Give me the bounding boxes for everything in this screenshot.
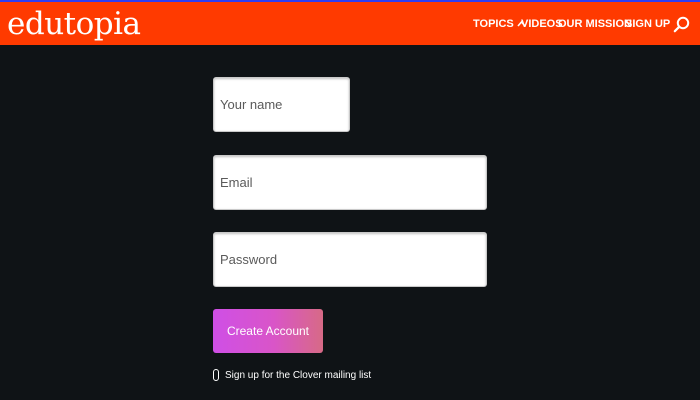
email-input[interactable] (214, 156, 486, 209)
edutopia-logo[interactable]: edutopia (7, 5, 141, 43)
nav-topics[interactable]: TOPICS (473, 16, 526, 32)
site-header: edutopia TOPICS VIDEOS OUR MISSION SIGN … (0, 0, 700, 45)
nav-topics-label: TOPICS (473, 18, 514, 30)
nav-our-mission[interactable]: OUR MISSION (558, 16, 632, 32)
mailing-list-label[interactable]: Sign up for the Clover mailing list (225, 370, 371, 381)
email-field-wrapper (213, 155, 487, 210)
search-icon[interactable] (673, 16, 690, 33)
name-input[interactable] (214, 78, 349, 131)
nav-videos[interactable]: VIDEOS (521, 16, 563, 32)
password-field-wrapper (213, 232, 487, 287)
nav-sign-up[interactable]: SIGN UP (625, 16, 670, 32)
mailing-list-checkbox[interactable] (213, 369, 219, 381)
name-field-wrapper (213, 77, 350, 132)
signup-page: edutopia TOPICS VIDEOS OUR MISSION SIGN … (0, 0, 700, 400)
create-account-button[interactable]: Create Account (213, 309, 323, 353)
mailing-list-row: Sign up for the Clover mailing list (213, 367, 371, 383)
password-input[interactable] (214, 233, 486, 286)
